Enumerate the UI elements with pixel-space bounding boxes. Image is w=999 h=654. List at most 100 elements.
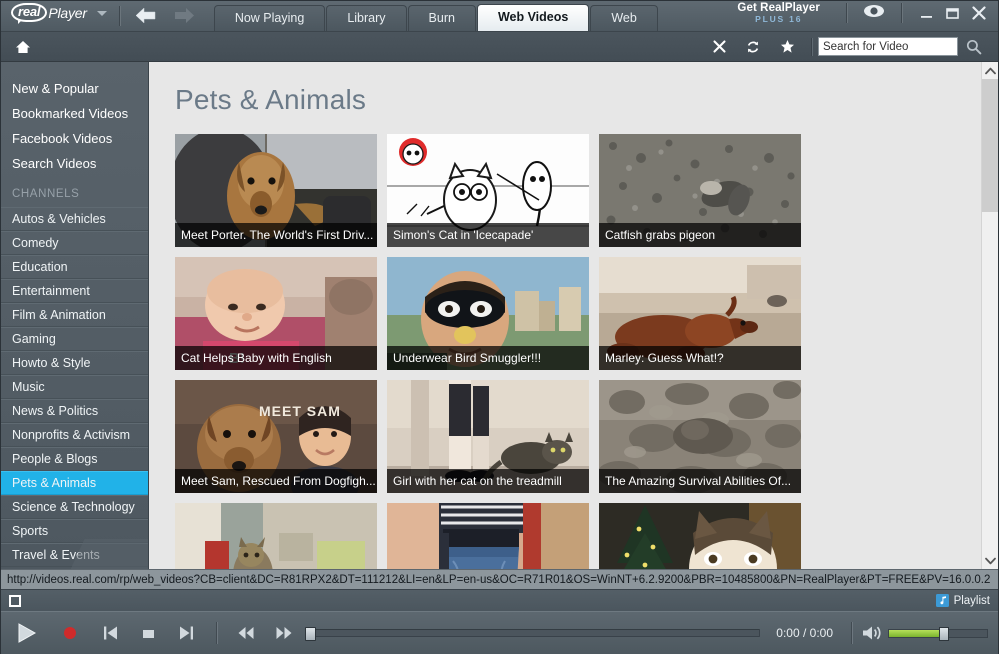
- video-card[interactable]: Meet Porter. The World's First Driv...: [175, 134, 377, 247]
- next-track-button[interactable]: [167, 625, 206, 641]
- playlist-bar: Playlist: [1, 589, 998, 611]
- tab-burn[interactable]: Burn: [407, 5, 476, 31]
- divider: [811, 37, 812, 56]
- sidebar-item-news-politics[interactable]: News & Politics: [1, 399, 148, 423]
- time-display: 0:00 / 0:00: [776, 626, 833, 640]
- scroll-up-button[interactable]: [982, 62, 998, 79]
- video-grid: Meet Porter. The World's First Driv... S…: [175, 134, 809, 569]
- content-scrollbar[interactable]: [981, 62, 998, 569]
- tab-now-playing[interactable]: Now Playing: [213, 5, 326, 31]
- content-inner: Pets & Animals Meet Porter. The World's …: [149, 62, 998, 569]
- realplayer-logo-menu[interactable]: real Player: [1, 0, 119, 31]
- volume-fill: [889, 629, 943, 637]
- sidebar-item-gaming[interactable]: Gaming: [1, 327, 148, 351]
- video-card[interactable]: Girl with her cat on the treadmill: [387, 380, 589, 493]
- divider: [846, 3, 847, 23]
- fast-forward-icon: [276, 627, 292, 639]
- toolbar-actions: [703, 37, 998, 56]
- home-button[interactable]: [1, 40, 45, 54]
- sidebar-item-howto-style[interactable]: Howto & Style: [1, 351, 148, 375]
- sidebar-item-autos-vehicles[interactable]: Autos & Vehicles: [1, 207, 148, 231]
- scrollbar-thumb[interactable]: [982, 79, 998, 212]
- chevron-up-icon: [984, 67, 996, 74]
- main-tabs: Now Playing Library Burn Web Videos Web: [213, 0, 659, 31]
- music-note-icon: [935, 594, 949, 607]
- search-input[interactable]: [818, 37, 958, 56]
- stop-loading-button[interactable]: [703, 40, 736, 53]
- volume-button[interactable]: [862, 625, 882, 641]
- fast-forward-button[interactable]: [265, 626, 303, 640]
- minimize-button[interactable]: [920, 7, 933, 20]
- video-card[interactable]: MEET SAM Meet Sam, Rescued From Dogfigh.…: [175, 380, 377, 493]
- favorite-button[interactable]: [770, 39, 805, 54]
- refresh-button[interactable]: [736, 40, 770, 54]
- scroll-down-button[interactable]: [982, 552, 998, 569]
- seek-track[interactable]: [305, 627, 761, 641]
- sidebar-item-new-popular[interactable]: New & Popular: [1, 76, 148, 101]
- close-button[interactable]: [972, 6, 986, 20]
- stop-button[interactable]: [130, 627, 167, 640]
- video-card[interactable]: Marley: Guess What!?: [599, 257, 801, 370]
- chevron-down-icon: [985, 557, 996, 564]
- sidebar-item-facebook-videos[interactable]: Facebook Videos: [1, 126, 148, 151]
- chevron-down-icon[interactable]: [96, 10, 107, 16]
- search-icon: [966, 39, 982, 54]
- video-caption: Cat Helps Baby with English: [175, 346, 377, 370]
- volume-slider[interactable]: [888, 626, 988, 641]
- video-card[interactable]: Simon's Cat in 'Icecapade': [387, 134, 589, 247]
- sidebar-item-music[interactable]: Music: [1, 375, 148, 399]
- sidebar-item-pets-animals[interactable]: Pets & Animals: [1, 471, 148, 495]
- video-card[interactable]: Catfish grabs pigeon: [599, 134, 801, 247]
- tab-web-videos[interactable]: Web Videos: [476, 4, 590, 31]
- sidebar-item-film-animation[interactable]: Film & Animation: [1, 303, 148, 327]
- forward-button[interactable]: [172, 7, 196, 24]
- video-thumbnail: [599, 503, 801, 569]
- seek-handle[interactable]: [305, 627, 316, 641]
- video-window-toggle-button[interactable]: [9, 594, 21, 607]
- tab-web[interactable]: Web: [590, 5, 658, 31]
- search-button[interactable]: [958, 39, 990, 55]
- divider: [851, 622, 852, 644]
- window-controls: [914, 6, 998, 20]
- sidebar-item-entertainment[interactable]: Entertainment: [1, 279, 148, 303]
- video-card[interactable]: B! Cat Helps Baby with English: [175, 257, 377, 370]
- sidebar-item-people-blogs[interactable]: People & Blogs: [1, 447, 148, 471]
- close-x-icon: [713, 40, 726, 53]
- tab-library[interactable]: Library: [326, 5, 407, 31]
- sidebar-item-nonprofits-activism[interactable]: Nonprofits & Activism: [1, 423, 148, 447]
- sidebar: New & Popular Bookmarked Videos Facebook…: [1, 62, 148, 569]
- previous-track-button[interactable]: [91, 625, 130, 641]
- status-bar: http://videos.real.com/rp/web_videos?CB=…: [1, 569, 998, 589]
- eye-icon[interactable]: [859, 4, 889, 23]
- video-caption: Girl with her cat on the treadmill: [387, 469, 589, 493]
- get-realplayer-plus-link[interactable]: Get RealPlayer PLUS 16: [737, 2, 834, 24]
- video-card[interactable]: [387, 503, 589, 569]
- sidebar-item-comedy[interactable]: Comedy: [1, 231, 148, 255]
- back-button[interactable]: [134, 7, 158, 24]
- play-button[interactable]: [11, 622, 49, 644]
- maximize-button[interactable]: [946, 7, 959, 20]
- sidebar-item-education[interactable]: Education: [1, 255, 148, 279]
- record-button[interactable]: [49, 626, 91, 640]
- divider: [118, 6, 120, 26]
- video-card[interactable]: [175, 503, 377, 569]
- video-card[interactable]: [599, 503, 801, 569]
- playlist-button[interactable]: Playlist: [935, 594, 990, 607]
- sidebar-item-science-technology[interactable]: Science & Technology: [1, 495, 148, 519]
- video-caption: Meet Porter. The World's First Driv...: [175, 223, 377, 247]
- seek-bar[interactable]: [305, 627, 761, 641]
- rewind-button[interactable]: [227, 626, 265, 640]
- promo-line-2: PLUS 16: [755, 13, 803, 24]
- video-card[interactable]: Underwear Bird Smuggler!!!: [387, 257, 589, 370]
- home-icon: [16, 40, 30, 53]
- video-caption: Simon's Cat in 'Icecapade': [387, 223, 589, 247]
- next-track-icon: [180, 626, 193, 640]
- star-icon: [781, 40, 794, 53]
- video-caption: Underwear Bird Smuggler!!!: [387, 346, 589, 370]
- sidebar-item-bookmarked-videos[interactable]: Bookmarked Videos: [1, 101, 148, 126]
- sidebar-item-search-videos[interactable]: Search Videos: [1, 151, 148, 176]
- video-caption: Marley: Guess What!?: [599, 346, 801, 370]
- sidebar-decoration: [1, 539, 148, 569]
- video-card[interactable]: The Amazing Survival Abilities Of...: [599, 380, 801, 493]
- volume-handle[interactable]: [938, 626, 949, 641]
